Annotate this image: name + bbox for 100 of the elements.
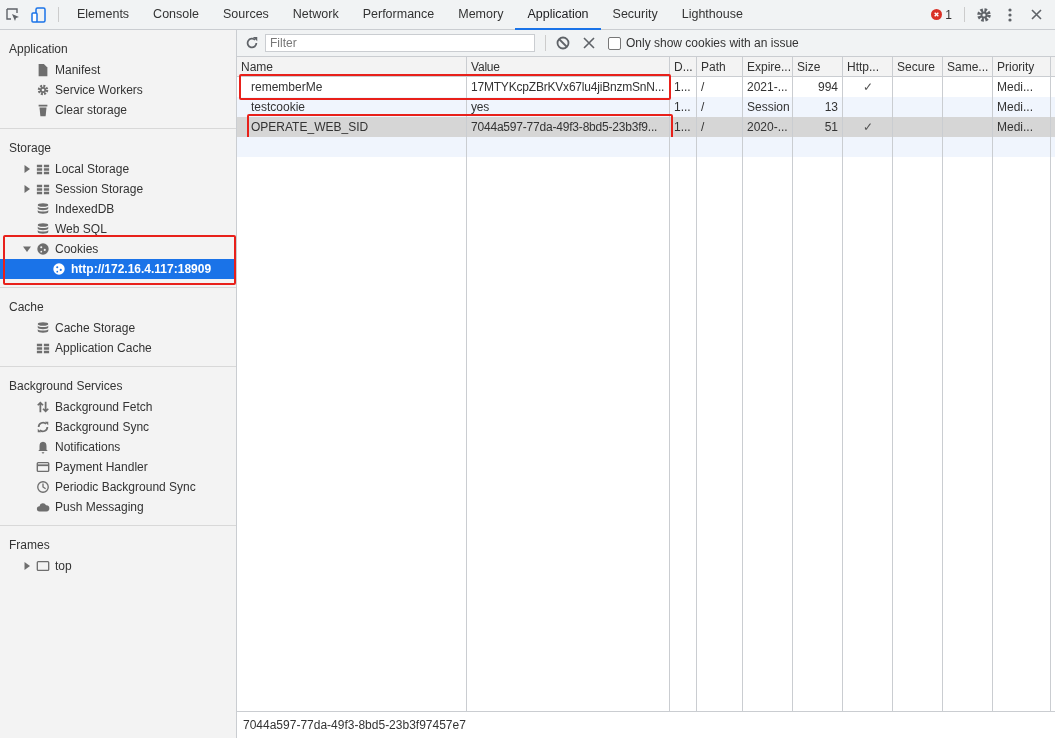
sidebar-item[interactable]: Payment Handler: [0, 457, 236, 477]
frame-icon: [36, 559, 50, 573]
table-cell: 1...: [674, 80, 691, 94]
sidebar-item[interactable]: Periodic Background Sync: [0, 477, 236, 497]
table-cell: Medi...: [997, 80, 1033, 94]
card-icon: [36, 460, 50, 474]
section-header: Frames: [9, 538, 50, 552]
section-header: Application: [9, 42, 68, 56]
sidebar-item[interactable]: Cache Storage: [0, 318, 236, 338]
close-icon[interactable]: [1030, 9, 1042, 20]
table-cell: Medi...: [997, 120, 1033, 134]
section-header: Cache: [9, 300, 44, 314]
file-icon: [36, 63, 50, 77]
clear-all-icon[interactable]: [556, 36, 570, 50]
sidebar-item[interactable]: top: [0, 556, 236, 576]
clock-icon: [36, 480, 50, 494]
sidebar-item[interactable]: Session Storage: [0, 179, 236, 199]
column-header[interactable]: D...: [670, 57, 697, 76]
collapsed-triangle-icon[interactable]: [23, 165, 31, 173]
cloud-icon: [36, 500, 50, 514]
column-header[interactable]: Http...: [843, 57, 893, 76]
table-cell: 994: [817, 80, 838, 94]
error-icon: [931, 9, 943, 20]
panel-tab[interactable]: Memory: [446, 0, 516, 30]
cookie-icon: [52, 262, 66, 276]
up-down-arrows-icon: [36, 400, 50, 414]
table-cell: OPERATE_WEB_SID: [251, 120, 369, 134]
panel-tab[interactable]: Network: [280, 0, 351, 30]
more-options-icon[interactable]: [1008, 7, 1012, 22]
panel-tab[interactable]: Security: [600, 0, 670, 30]
table-row[interactable]: OPERATE_WEB_SID 7044a597-77da-49f3-8bd5-23b3f9... 1... / 2020-... 51 ✓ Medi...: [237, 117, 1055, 137]
table-cell: 51: [824, 120, 838, 134]
grid-icon: [36, 341, 50, 355]
sidebar-item[interactable]: Cookies: [0, 239, 236, 259]
gear-icon: [36, 83, 50, 97]
inspect-element-icon[interactable]: [5, 6, 21, 23]
table-cell: yes: [471, 100, 490, 114]
column-header[interactable]: Size: [793, 57, 843, 76]
section-header: Storage: [9, 141, 52, 155]
sidebar-item[interactable]: Application Cache: [0, 338, 236, 358]
table-cell: 1...: [674, 100, 691, 114]
table-cell: rememberMe: [251, 80, 323, 94]
column-header[interactable]: Value: [467, 57, 670, 76]
panel-tab[interactable]: Console: [141, 0, 211, 30]
column-header[interactable]: Expire...: [743, 57, 793, 76]
table-cell: 13: [824, 100, 838, 114]
sidebar-item[interactable]: Clear storage: [0, 100, 236, 120]
bell-icon: [36, 440, 50, 454]
cookie-value-text: 7044a597-77da-49f3-8bd5-23b3f97457e7: [243, 718, 466, 732]
table-cell: Medi...: [997, 100, 1033, 114]
table-cell: testcookie: [251, 100, 306, 114]
panel-tab[interactable]: Performance: [350, 0, 447, 30]
sidebar-item[interactable]: http://172.16.4.117:18909: [0, 259, 236, 279]
checkbox-label[interactable]: Only show cookies with an issue: [626, 36, 799, 50]
trash-icon: [36, 103, 50, 117]
sidebar-item[interactable]: Push Messaging: [0, 497, 236, 517]
grid-icon: [36, 182, 50, 196]
section-header: Background Services: [9, 379, 123, 393]
filter-field[interactable]: Filter: [265, 34, 535, 52]
panel-tab[interactable]: Lighthouse: [669, 0, 755, 30]
sync-icon: [36, 420, 50, 434]
sidebar-item[interactable]: Background Sync: [0, 417, 236, 437]
sidebar-item[interactable]: Background Fetch: [0, 397, 236, 417]
table-cell: ✓: [862, 80, 873, 94]
collapsed-triangle-icon[interactable]: [23, 185, 31, 193]
table-cell: /: [701, 120, 705, 134]
table-cell: Session: [747, 100, 790, 114]
grid-icon: [36, 162, 50, 176]
sidebar-item[interactable]: Notifications: [0, 437, 236, 457]
device-toolbar-icon[interactable]: [31, 6, 47, 23]
sidebar-item[interactable]: Manifest: [0, 60, 236, 80]
column-header[interactable]: Path: [697, 57, 743, 76]
sidebar-item[interactable]: Local Storage: [0, 159, 236, 179]
panel-tab[interactable]: Elements: [65, 0, 142, 30]
sidebar-item[interactable]: Web SQL: [0, 219, 236, 239]
refresh-icon[interactable]: [245, 36, 259, 50]
panel-tab[interactable]: Sources: [211, 0, 281, 30]
delete-icon[interactable]: [582, 36, 596, 50]
table-cell: 7044a597-77da-49f3-8bd5-23b3f9...: [471, 120, 658, 134]
sidebar-item[interactable]: Service Workers: [0, 80, 236, 100]
database-icon: [36, 321, 50, 335]
table-cell: 2020-...: [747, 120, 788, 134]
cookie-icon: [36, 242, 50, 256]
sidebar-item[interactable]: IndexedDB: [0, 199, 236, 219]
collapsed-triangle-icon[interactable]: [23, 562, 31, 570]
settings-icon[interactable]: [976, 6, 992, 23]
checkbox[interactable]: [608, 36, 621, 50]
column-header[interactable]: Same...: [943, 57, 993, 76]
error-count[interactable]: 1: [945, 7, 952, 22]
table-row[interactable]: testcookie yes 1... / Session 13 Medi...: [237, 97, 1055, 117]
database-icon: [36, 202, 50, 216]
column-header[interactable]: Secure: [893, 57, 943, 76]
table-cell: /: [701, 100, 705, 114]
table-cell: ✓: [862, 120, 873, 134]
table-cell: 2021-...: [747, 80, 788, 94]
database-icon: [36, 222, 50, 236]
column-header[interactable]: Priority: [993, 57, 1051, 76]
expanded-triangle-icon[interactable]: [23, 245, 31, 253]
column-header[interactable]: Name: [237, 57, 467, 76]
table-cell: 1...: [674, 120, 691, 134]
